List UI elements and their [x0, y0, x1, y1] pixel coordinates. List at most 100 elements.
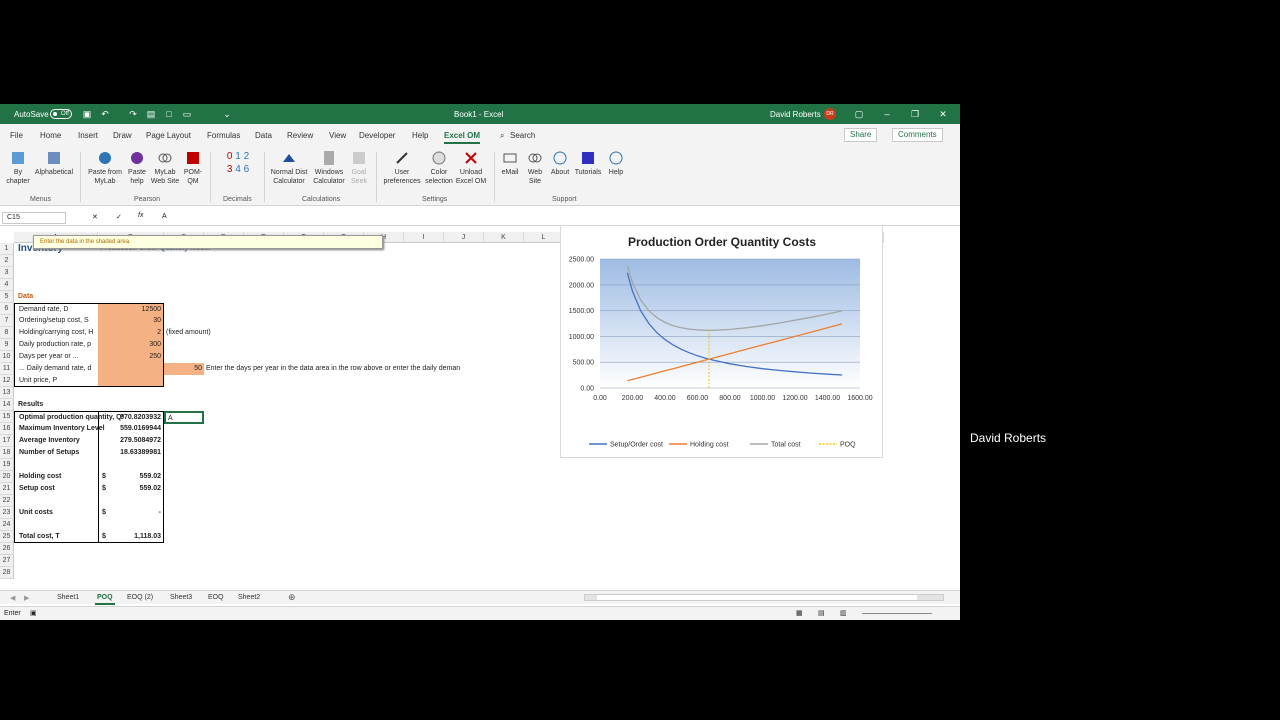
tab-view[interactable]: View — [329, 131, 346, 140]
next-sheet-icon[interactable]: ▶ — [24, 594, 29, 602]
tab-draw[interactable]: Draw — [113, 131, 132, 140]
row-header[interactable]: 19 — [0, 459, 14, 471]
cell[interactable]: Number of Setups — [14, 447, 98, 459]
restore-icon[interactable]: ❐ — [910, 109, 920, 119]
search-box[interactable]: Search — [510, 131, 535, 140]
cell[interactable]: 300 — [98, 339, 164, 351]
cell[interactable]: Daily production rate, p — [14, 339, 98, 351]
row-header[interactable]: 28 — [0, 567, 14, 579]
cell[interactable]: Holding cost — [14, 471, 98, 483]
row-header[interactable]: 2 — [0, 255, 14, 267]
color-selection-button[interactable]: Color selection — [424, 150, 454, 186]
sheet-tab-eoq[interactable]: EOQ — [208, 594, 224, 601]
by-chapter-button[interactable]: By chapter — [4, 150, 32, 186]
row-header[interactable]: 16 — [0, 423, 14, 435]
row-header[interactable]: 4 — [0, 279, 14, 291]
cell[interactable]: 279.5084972 — [98, 435, 164, 447]
column-header[interactable]: L — [524, 232, 564, 243]
customize-toolbar-icon[interactable]: ⌄ — [222, 109, 232, 119]
tab-page-layout[interactable]: Page Layout — [146, 131, 191, 140]
tab-developer[interactable]: Developer — [359, 131, 395, 140]
goal-seek-button[interactable]: Goal Seek — [348, 150, 370, 186]
unload-excel-om-button[interactable]: Unload Excel OM — [454, 150, 488, 186]
search-icon[interactable]: ⌕ — [500, 131, 504, 141]
paste-from-mylab-button[interactable]: Paste from MyLab — [86, 150, 124, 186]
website-button[interactable]: Web Site — [522, 150, 548, 186]
sheet-tab-sheet2[interactable]: Sheet2 — [238, 594, 260, 601]
autosave-toggle[interactable]: Off — [50, 109, 72, 119]
row-header[interactable]: 14 — [0, 399, 14, 411]
row-header[interactable]: 7 — [0, 315, 14, 327]
alphabetical-button[interactable]: Alphabetical — [32, 150, 76, 177]
tab-insert[interactable]: Insert — [78, 131, 98, 140]
tab-formulas[interactable]: Formulas — [207, 131, 240, 140]
quick-access-icon[interactable]: ▤ — [146, 109, 156, 119]
paste-help-button[interactable]: Paste help — [124, 150, 150, 186]
normal-view-icon[interactable]: ▦ — [796, 609, 803, 617]
row-header[interactable]: 5 — [0, 291, 14, 303]
sheet-tab-eoq2[interactable]: EOQ (2) — [127, 594, 153, 601]
cell[interactable]: 670.8203932 — [98, 411, 164, 423]
pom-qm-button[interactable]: POM-QM — [180, 150, 206, 186]
email-button[interactable]: eMail — [498, 150, 522, 177]
cell[interactable]: $ — [98, 531, 110, 543]
cell[interactable]: Ordering/setup cost, S — [14, 315, 98, 327]
cell[interactable]: $ — [98, 471, 110, 483]
save-icon[interactable]: ▣ — [82, 109, 92, 119]
mylab-website-button[interactable]: MyLab Web Site — [150, 150, 180, 186]
tutorials-button[interactable]: Tutorials — [572, 150, 604, 177]
cell[interactable]: Maximum Inventory Level — [14, 423, 105, 435]
cell[interactable] — [98, 459, 164, 471]
share-button[interactable]: Share — [844, 128, 878, 142]
add-sheet-icon[interactable]: ⊕ — [288, 592, 296, 603]
row-header[interactable]: 25 — [0, 531, 14, 543]
enter-icon[interactable]: ✓ — [116, 213, 122, 221]
cell[interactable]: Demand rate, D — [14, 303, 98, 315]
minimize-icon[interactable]: – — [882, 109, 892, 119]
sheet-tab-poq[interactable]: POQ — [95, 594, 115, 605]
windows-calculator-button[interactable]: Windows Calculator — [310, 150, 348, 186]
ribbon-display-icon[interactable]: ▢ — [854, 109, 864, 119]
cell[interactable]: Enter the days per year in the data area… — [204, 363, 524, 375]
macro-record-icon[interactable]: ▣ — [30, 609, 37, 617]
formula-input[interactable]: A — [162, 213, 167, 220]
undo-icon[interactable]: ↶ — [100, 109, 110, 119]
row-header[interactable]: 23 — [0, 507, 14, 519]
close-icon[interactable]: ✕ — [938, 109, 948, 119]
cell[interactable]: Total cost, T — [14, 531, 98, 543]
row-header[interactable]: 27 — [0, 555, 14, 567]
function-icon[interactable]: fx — [138, 212, 143, 219]
cell[interactable] — [14, 495, 98, 507]
cell[interactable]: ... Daily demand rate, d — [14, 363, 98, 375]
cell[interactable] — [98, 363, 164, 375]
sheet-tab-sheet1[interactable]: Sheet1 — [57, 594, 79, 601]
comments-button[interactable]: Comments — [892, 128, 943, 142]
tab-review[interactable]: Review — [287, 131, 313, 140]
cell[interactable]: Average Inventory — [14, 435, 98, 447]
tab-data[interactable]: Data — [255, 131, 272, 140]
name-box[interactable]: C15 — [2, 212, 66, 224]
zoom-slider[interactable] — [862, 613, 932, 614]
tab-help[interactable]: Help — [412, 131, 428, 140]
column-header[interactable]: K — [484, 232, 524, 243]
user-preferences-button[interactable]: User preferences — [380, 150, 424, 186]
tab-excel-om[interactable]: Excel OM — [444, 131, 481, 144]
cell[interactable]: Unit price, P — [14, 375, 98, 387]
row-header[interactable]: 21 — [0, 483, 14, 495]
cell[interactable]: 30 — [98, 315, 164, 327]
cell[interactable]: 18.63389981 — [98, 447, 164, 459]
row-header[interactable]: 11 — [0, 363, 14, 375]
avatar[interactable]: DR — [824, 108, 836, 120]
help-button[interactable]: Help — [604, 150, 628, 177]
row-header[interactable]: 9 — [0, 339, 14, 351]
row-header[interactable]: 18 — [0, 447, 14, 459]
column-header[interactable]: J — [444, 232, 484, 243]
row-header[interactable]: 15 — [0, 411, 14, 423]
tab-home[interactable]: Home — [40, 131, 61, 140]
cancel-icon[interactable]: ✕ — [92, 213, 98, 221]
cell[interactable]: Days per year or ... — [14, 351, 98, 363]
row-header[interactable]: 24 — [0, 519, 14, 531]
cell[interactable]: $ — [98, 483, 110, 495]
cell[interactable] — [14, 459, 98, 471]
cell[interactable] — [98, 519, 164, 531]
